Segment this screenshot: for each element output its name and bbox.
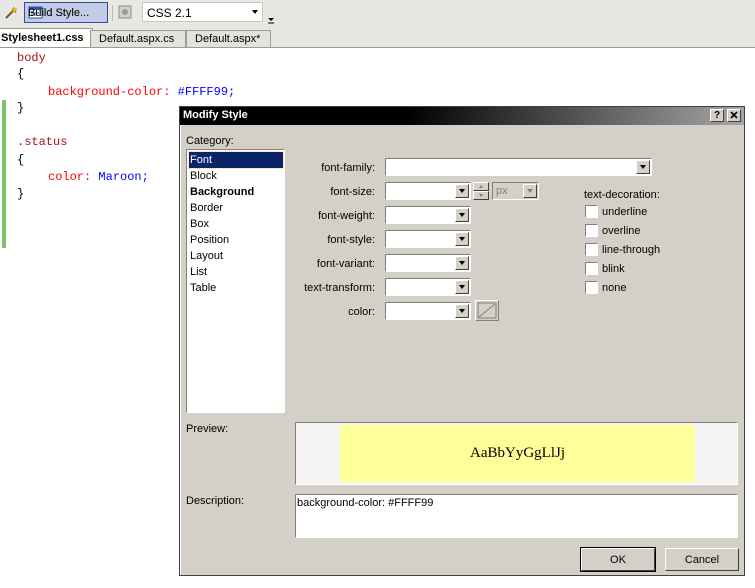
code-close-brace: } — [17, 101, 25, 115]
line-through-label: line-through — [602, 244, 661, 256]
cancel-button[interactable]: Cancel — [665, 548, 739, 571]
ok-button[interactable]: OK — [580, 547, 656, 572]
font-size-unit-value: px — [496, 185, 508, 197]
description-text: background-color: #FFFF99 — [297, 497, 434, 509]
code-property: background-color: — [48, 85, 171, 99]
font-family-select[interactable] — [385, 158, 652, 176]
build-style-label: Build Style... — [28, 6, 90, 19]
underline-label: underline — [602, 206, 648, 218]
code-value: Maroon; — [98, 170, 149, 184]
chevron-down-icon[interactable] — [636, 160, 650, 174]
chevron-down-icon[interactable] — [523, 184, 537, 198]
font-style-label: font-style: — [327, 234, 375, 246]
modify-style-dialog: Modify Style ? Category: Font Block Back… — [179, 106, 745, 576]
font-family-label: font-family: — [321, 162, 375, 174]
chevron-down-icon[interactable] — [455, 304, 469, 318]
font-weight-label: font-weight: — [318, 210, 375, 222]
font-size-select[interactable] — [385, 182, 471, 200]
category-label: Category: — [186, 135, 234, 147]
document-tabs: Stylesheet1.css Default.aspx.cs Default.… — [0, 28, 755, 48]
font-size-label: font-size: — [330, 186, 375, 198]
change-indicator-bar — [2, 100, 6, 248]
description-label: Description: — [186, 495, 245, 507]
chevron-down-icon[interactable] — [455, 208, 469, 222]
font-size-spinner[interactable] — [473, 182, 489, 200]
overline-label: overline — [602, 225, 641, 237]
color-label: color: — [348, 306, 375, 318]
toolbar-overflow-icon[interactable] — [266, 6, 276, 26]
spin-up-icon[interactable] — [473, 182, 489, 191]
font-weight-select[interactable] — [385, 206, 471, 224]
color-picker-button[interactable] — [475, 300, 499, 321]
text-decoration-label: text-decoration: — [584, 189, 660, 201]
tab-stylesheet1[interactable]: Stylesheet1.css — [0, 28, 93, 47]
help-button[interactable]: ? — [710, 109, 724, 122]
magic-wand-icon[interactable] — [3, 5, 19, 21]
close-icon — [730, 111, 738, 119]
preview-label: Preview: — [186, 423, 229, 435]
spin-down-icon[interactable] — [473, 191, 489, 200]
chevron-down-icon[interactable] — [455, 256, 469, 270]
underline-checkbox[interactable] — [585, 205, 598, 218]
line-through-checkbox[interactable] — [585, 243, 598, 256]
code-selector-body: body — [17, 51, 46, 65]
tab-default-aspx[interactable]: Default.aspx* — [186, 30, 271, 47]
chevron-down-icon[interactable] — [455, 232, 469, 246]
chevron-down-icon[interactable] — [455, 280, 469, 294]
text-transform-select[interactable] — [385, 278, 471, 296]
code-close-brace: } — [17, 187, 25, 201]
none-label: none — [602, 282, 627, 294]
code-open-brace: { — [17, 67, 25, 81]
preview-text: AaBbYyGgLlJj — [470, 445, 565, 461]
code-selector-status: .status — [17, 135, 68, 149]
toolbar-separator — [112, 5, 113, 21]
toolbar: Build Style... CSS 2.1 — [0, 0, 755, 29]
code-open-brace: { — [17, 153, 25, 167]
build-style-button[interactable]: Build Style... — [24, 2, 108, 23]
style-application-icon[interactable] — [117, 4, 133, 20]
code-value: #FFFF99; — [177, 85, 236, 99]
code-property: color: — [48, 170, 92, 184]
blink-label: blink — [602, 263, 625, 275]
font-style-select[interactable] — [385, 230, 471, 248]
close-button[interactable] — [727, 109, 741, 122]
font-variant-select[interactable] — [385, 254, 471, 272]
chevron-down-icon[interactable] — [248, 3, 262, 21]
description-box: background-color: #FFFF99 — [295, 494, 738, 538]
code-declaration: color: Maroon; — [48, 169, 149, 185]
chevron-down-icon[interactable] — [455, 184, 469, 198]
css-version-value: CSS 2.1 — [147, 6, 192, 20]
preview-box: AaBbYyGgLlJj — [295, 422, 738, 485]
font-variant-label: font-variant: — [316, 258, 375, 270]
css-version-select[interactable]: CSS 2.1 — [142, 2, 263, 22]
code-declaration: background-color: #FFFF99; — [48, 84, 235, 100]
blink-checkbox[interactable] — [585, 262, 598, 275]
text-transform-label: text-transform: — [304, 282, 375, 294]
font-size-unit-select[interactable]: px — [492, 182, 539, 200]
color-swatch-icon — [477, 302, 497, 319]
preview-swatch: AaBbYyGgLlJj — [340, 425, 695, 482]
none-checkbox[interactable] — [585, 281, 598, 294]
tab-default-aspx-cs[interactable]: Default.aspx.cs — [90, 30, 186, 47]
dialog-title: Modify Style — [183, 109, 248, 121]
dialog-titlebar[interactable]: Modify Style ? — [180, 107, 744, 125]
overline-checkbox[interactable] — [585, 224, 598, 237]
color-select[interactable] — [385, 302, 471, 320]
